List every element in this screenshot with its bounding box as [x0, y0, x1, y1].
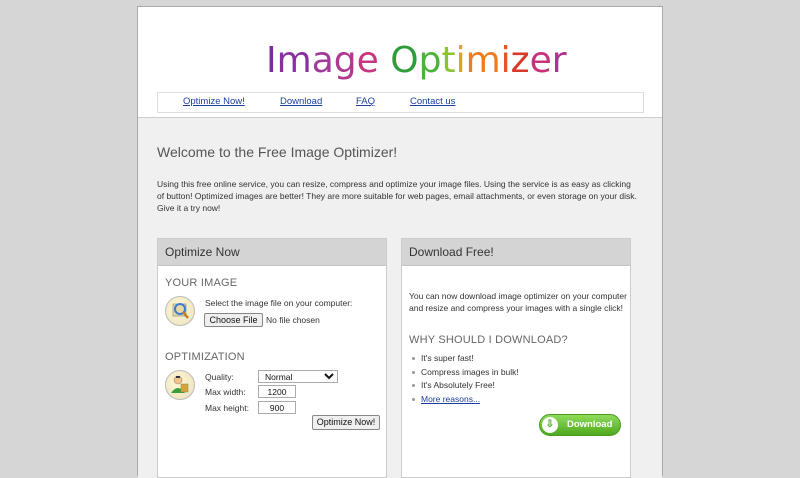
logo-letter: m — [465, 40, 501, 81]
page-container: Image Optimizer Optimize Now! Download F… — [137, 6, 663, 478]
logo-letter: I — [266, 40, 277, 81]
bullet-icon — [412, 370, 415, 374]
logo-letter: z — [510, 40, 530, 81]
logo-letter: i — [500, 40, 511, 81]
list-item: Compress images in bulk! — [412, 366, 519, 380]
logo-letter: e — [356, 40, 379, 81]
logo-letter: i — [455, 40, 466, 81]
download-panel-title: Download Free! — [402, 239, 630, 266]
logo-letter: g — [333, 40, 357, 81]
optimize-panel-title: Optimize Now — [158, 239, 386, 266]
download-panel: Download Free! You can now download imag… — [401, 238, 631, 478]
optimize-panel: Optimize Now YOUR IMAGE Select the image… — [157, 238, 387, 478]
bullet-icon — [412, 357, 415, 361]
max-width-label: Max width: — [205, 387, 246, 397]
bullet-icon — [412, 397, 415, 401]
quality-select[interactable]: Normal — [258, 370, 338, 383]
logo-letter: a — [311, 40, 334, 81]
logo: Image Optimizer — [266, 37, 567, 85]
select-file-text: Select the image file on your computer: — [205, 298, 353, 308]
bullet-icon — [412, 384, 415, 388]
logo-letter: t — [441, 40, 456, 81]
optimize-person-icon — [165, 370, 195, 400]
quality-label: Quality: — [205, 372, 234, 382]
logo-letter: r — [551, 40, 567, 81]
reason-text: It's Absolutely Free! — [421, 380, 495, 390]
list-item: More reasons... — [412, 393, 519, 407]
logo-letter: O — [390, 40, 419, 81]
your-image-heading: YOUR IMAGE — [165, 277, 238, 289]
reasons-list: It's super fast! Compress images in bulk… — [412, 352, 519, 406]
max-height-label: Max height: — [205, 403, 249, 413]
list-item: It's super fast! — [412, 352, 519, 366]
more-reasons-link[interactable]: More reasons... — [421, 394, 480, 404]
page-title: Welcome to the Free Image Optimizer! — [157, 144, 398, 160]
choose-file-button[interactable]: Choose File — [204, 313, 263, 327]
logo-letter: e — [529, 40, 552, 81]
main-content: Welcome to the Free Image Optimizer! Usi… — [138, 117, 662, 478]
reason-text: It's super fast! — [421, 353, 474, 363]
logo-letter: m — [276, 40, 312, 81]
optimization-heading: OPTIMIZATION — [165, 351, 245, 363]
intro-text: Using this free online service, you can … — [157, 179, 637, 213]
nav-optimize-now[interactable]: Optimize Now! — [183, 96, 245, 107]
optimize-now-button[interactable]: Optimize Now! — [312, 415, 380, 430]
logo-letter: p — [418, 40, 442, 81]
header: Image Optimizer Optimize Now! Download F… — [138, 7, 662, 117]
nav-contact-us[interactable]: Contact us — [410, 96, 455, 107]
max-width-input[interactable] — [258, 385, 296, 398]
download-button-label: Download — [567, 419, 613, 430]
nav-download[interactable]: Download — [280, 96, 322, 107]
top-nav: Optimize Now! Download FAQ Contact us — [157, 92, 644, 113]
reason-text: Compress images in bulk! — [421, 366, 519, 377]
logo-letter — [379, 37, 390, 85]
download-arrow-icon: ⇩ — [542, 417, 558, 433]
list-item: It's Absolutely Free! — [412, 379, 519, 393]
why-download-heading: WHY SHOULD I DOWNLOAD? — [409, 334, 568, 346]
download-description: You can now download image optimizer on … — [409, 291, 627, 313]
max-height-input[interactable] — [258, 401, 296, 414]
nav-faq[interactable]: FAQ — [356, 96, 375, 107]
no-file-text: No file chosen — [266, 315, 320, 325]
magnifier-icon — [165, 296, 195, 326]
download-button[interactable]: ⇩ Download — [539, 414, 621, 436]
